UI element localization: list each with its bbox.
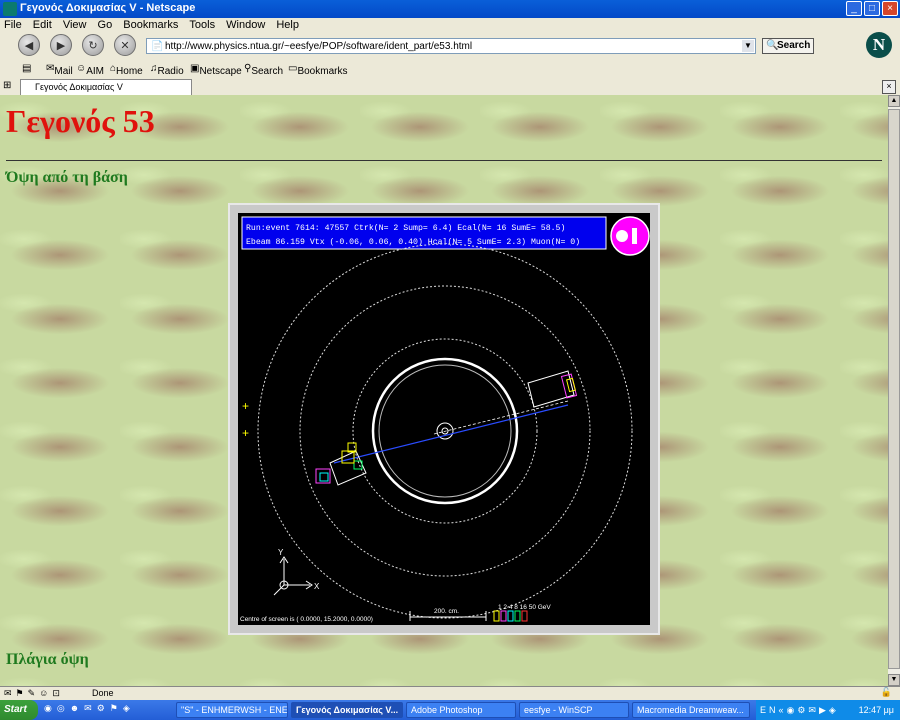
quick-launch-icons[interactable]: ◉◎☻✉⚙⚑◈ [44, 703, 135, 714]
netscape-icon [3, 2, 17, 16]
marker-plus: + [242, 426, 249, 440]
divider [6, 160, 882, 161]
bookmark-home[interactable]: ⌂ Home [110, 63, 143, 77]
bookmark-bookmarks[interactable]: ▭ Bookmarks [288, 63, 347, 77]
window-title-bar[interactable]: Γεγονός Δοκιμασίας V - Netscape _ □ × [0, 0, 900, 18]
taskbar-item[interactable]: "S" - ENHMERWSH - ENE... [176, 702, 288, 718]
search-button[interactable]: 🔍 Search [762, 38, 814, 54]
vertical-scrollbar[interactable]: ▲ ▼ [888, 95, 900, 686]
event-header-line2: Ebeam 86.159 Vtx (-0.06, 0.06, 0.40) Hca… [246, 237, 580, 247]
taskbar-item-active[interactable]: Γεγονός Δοκιμασίας V... [291, 702, 403, 718]
menu-file[interactable]: File [0, 18, 26, 32]
bookmark-radio[interactable]: ♫ Radio [150, 63, 184, 77]
subtitle-bottom-view: Όψη από τη βάση [6, 169, 128, 186]
menu-edit[interactable]: Edit [29, 18, 56, 32]
scale-label: 200. cm. [434, 608, 459, 615]
page-icon: 📄 [151, 41, 164, 52]
menu-bar: File Edit View Go Bookmarks Tools Window… [0, 18, 900, 32]
security-lock-icon[interactable]: 🔓 [881, 687, 892, 698]
event-display-frame: Run:event 7614: 47557 Ctrk(N= 2 Sump= 6.… [228, 203, 660, 635]
reload-button[interactable]: ↻ [82, 34, 104, 56]
opal-logo [610, 216, 650, 256]
event-display: Run:event 7614: 47557 Ctrk(N= 2 Sump= 6.… [238, 213, 650, 625]
minimize-button[interactable]: _ [846, 1, 862, 16]
axis-y-label: Y [278, 548, 284, 557]
menu-help[interactable]: Help [272, 18, 303, 32]
taskbar-item[interactable]: Macromedia Dreamweav... [632, 702, 750, 718]
url-dropdown-icon[interactable]: ▼ [742, 40, 754, 52]
bookmark-aim[interactable]: ☺ AIM [76, 63, 104, 77]
page-title: Γεγονός 53 [6, 103, 155, 139]
scroll-down-icon[interactable]: ▼ [888, 674, 900, 686]
stop-button[interactable]: ✕ [114, 34, 136, 56]
menu-bookmarks[interactable]: Bookmarks [119, 18, 182, 32]
screen-centre-text: Centre of screen is ( 0.0000, 15.2000, 0… [240, 616, 373, 623]
new-tab-icon[interactable]: ⊞ [3, 80, 11, 91]
menu-window[interactable]: Window [222, 18, 269, 32]
url-input[interactable] [165, 40, 735, 52]
taskbar-item[interactable]: Adobe Photoshop [406, 702, 516, 718]
bookmark-netscape[interactable]: ▣ Netscape [190, 63, 242, 77]
marker-plus: + [242, 399, 249, 413]
toolbar-grip-icon: ▤ [22, 63, 32, 74]
windows-taskbar: Start ◉◎☻✉⚙⚑◈ "S" - ENHMERWSH - ENE... Γ… [0, 700, 900, 720]
tab-label: Γεγονός Δοκιμασίας V [35, 82, 123, 92]
axis-x-label: X [314, 582, 320, 591]
navigation-toolbar: ◀ ▶ ↻ ✕ 📄 ▼ 🔍 Search 🖨 [0, 32, 900, 82]
energy-scale-label: 1 2 4 8 16 50 GeV [498, 604, 551, 611]
menu-tools[interactable]: Tools [185, 18, 219, 32]
status-text: Done [92, 688, 114, 698]
taskbar-item[interactable]: eesfye - WinSCP [519, 702, 629, 718]
window-title: Γεγονός Δοκιμασίας V - Netscape [20, 2, 196, 14]
url-bar[interactable]: 📄 ▼ [146, 38, 756, 54]
tab-bar: ⊞ Γεγονός Δοκιμασίας V × [0, 78, 900, 96]
page-content: Γεγονός 53 Όψη από τη βάση Run:event 761… [0, 95, 888, 686]
search-icon: 🔍 [766, 40, 779, 51]
clock[interactable]: 12:47 μμ [859, 700, 894, 720]
menu-go[interactable]: Go [94, 18, 117, 32]
back-button[interactable]: ◀ [18, 34, 40, 56]
tray-icons[interactable]: EN«◉⚙✉▶◈ [760, 700, 839, 720]
tab-current[interactable]: Γεγονός Δοκιμασίας V [20, 79, 192, 95]
event-header-line1: Run:event 7614: 47557 Ctrk(N= 2 Sump= 6.… [246, 223, 565, 233]
bookmarks-toolbar: ▤ ✉ Mail ☺ AIM ⌂ Home ♫ Radio ▣ Netscape… [0, 60, 900, 79]
menu-view[interactable]: View [59, 18, 91, 32]
scroll-up-icon[interactable]: ▲ [888, 95, 900, 107]
forward-button[interactable]: ▶ [50, 34, 72, 56]
netscape-logo-icon[interactable]: N [866, 32, 892, 58]
search-button-label: Search [777, 40, 811, 51]
start-button[interactable]: Start [0, 700, 38, 720]
close-button[interactable]: × [882, 1, 898, 16]
subtitle-side-view: Πλάγια όψη [6, 651, 89, 668]
scroll-thumb[interactable] [888, 109, 900, 669]
component-bar-icons[interactable]: ✉⚑✎☺⊡ [4, 688, 64, 699]
close-tab-button[interactable]: × [882, 80, 896, 94]
status-bar: ✉⚑✎☺⊡ Done 🔓 [0, 686, 900, 701]
bookmark-mail[interactable]: ✉ Mail [46, 63, 73, 77]
system-tray: EN«◉⚙✉▶◈ 12:47 μμ [756, 700, 900, 720]
maximize-button[interactable]: □ [864, 1, 880, 16]
bookmark-search[interactable]: ⚲ Search [244, 63, 283, 77]
